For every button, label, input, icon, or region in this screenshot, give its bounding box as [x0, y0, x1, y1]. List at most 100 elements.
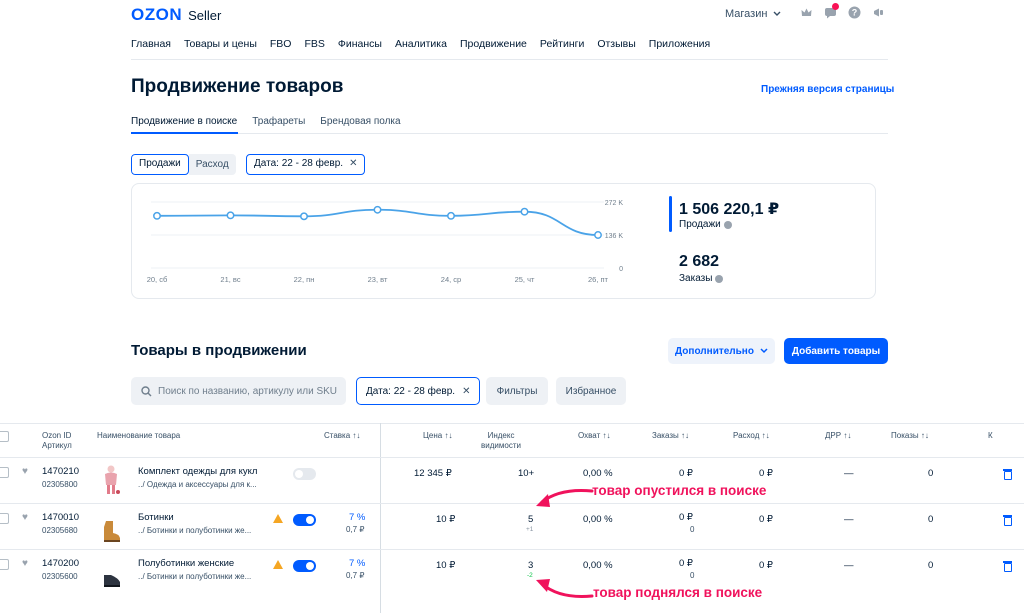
- row-article: 02305680: [42, 526, 78, 535]
- row-bid[interactable]: 7 %: [349, 558, 365, 569]
- nav-item-apps[interactable]: Приложения: [649, 38, 710, 50]
- row-product-name[interactable]: Ботинки: [138, 512, 174, 523]
- row-orders: 0 ₽: [679, 558, 693, 569]
- chart-point[interactable]: [226, 211, 235, 220]
- sales-total-label: Продажи: [679, 219, 721, 230]
- products-date-filter[interactable]: Дата: 22 - 28 февр. ✕: [356, 377, 481, 405]
- nav-item-finance[interactable]: Финансы: [338, 38, 382, 50]
- chart-point[interactable]: [594, 231, 602, 239]
- col-price[interactable]: Цена ↑↓: [423, 431, 452, 441]
- search-input[interactable]: Поиск по названию, артикулу или SKU: [131, 377, 346, 405]
- row-bid-sub: 0,7 ₽: [346, 571, 365, 580]
- row-checkbox[interactable]: [0, 467, 9, 478]
- crown-icon[interactable]: [800, 6, 813, 19]
- info-icon[interactable]: [723, 220, 732, 229]
- col-expense[interactable]: Расход ↑↓: [733, 431, 770, 441]
- orders-total-label: Заказы: [679, 273, 713, 284]
- store-label: Магазин: [725, 8, 768, 20]
- chart-point[interactable]: [373, 205, 382, 214]
- heart-icon[interactable]: ♥: [22, 512, 28, 523]
- row-orders: 0 ₽: [679, 468, 693, 479]
- close-icon[interactable]: ✕: [462, 386, 470, 397]
- nav-item-main[interactable]: Главная: [131, 38, 171, 50]
- row-product-name[interactable]: Полуботинки женские: [138, 558, 234, 569]
- col-ozon-id-label: Ozon ID: [42, 431, 72, 440]
- segment-expense[interactable]: Расход: [188, 154, 236, 175]
- promotion-toggle[interactable]: [293, 468, 316, 480]
- row-product-name[interactable]: Комплект одежды для кукл: [138, 466, 257, 477]
- nav-item-fbo[interactable]: FBO: [270, 38, 292, 50]
- warning-icon[interactable]: [273, 514, 283, 523]
- filters-button[interactable]: Фильтры: [486, 377, 548, 405]
- nav-item-ratings[interactable]: Рейтинги: [540, 38, 584, 50]
- more-options-label: Дополнительно: [675, 345, 754, 357]
- x-tick-label: 21, вс: [220, 275, 240, 284]
- promotion-toggle[interactable]: [293, 514, 316, 526]
- ozon-seller-logo[interactable]: OZON Seller: [131, 5, 221, 25]
- row-price: 12 345 ₽: [414, 468, 452, 479]
- boots-thumbnail: [104, 521, 120, 542]
- chart-date-label: Дата: 22 - 28 февр.: [254, 158, 344, 169]
- col-reach[interactable]: Охват ↑↓: [578, 431, 610, 441]
- col-orders[interactable]: Заказы ↑↓: [652, 431, 689, 441]
- promotion-toggle[interactable]: [293, 560, 316, 572]
- nav-item-fbs[interactable]: FBS: [304, 38, 324, 50]
- chart-point[interactable]: [520, 207, 529, 216]
- row-product-category: ../ Ботинки и полуботинки же...: [138, 526, 252, 535]
- row-views: 0: [928, 514, 934, 525]
- row-bid[interactable]: 7 %: [349, 512, 365, 523]
- table-row[interactable]: ♥ 1470210 02305800 Комплект одежды для к…: [0, 457, 1024, 503]
- row-product-category: ../ Одежда и аксессуары для к...: [138, 480, 257, 489]
- old-version-link[interactable]: Прежняя версия страницы: [761, 84, 894, 95]
- segment-sales[interactable]: Продажи: [131, 154, 189, 175]
- add-products-button[interactable]: Добавить товары: [784, 338, 888, 364]
- heart-icon[interactable]: ♥: [22, 558, 28, 569]
- nav-item-promotion[interactable]: Продвижение: [460, 38, 527, 50]
- products-date-label: Дата: 22 - 28 февр.: [366, 385, 456, 397]
- close-icon[interactable]: ✕: [349, 155, 357, 174]
- chevron-down-icon: [760, 348, 768, 354]
- nav-item-products[interactable]: Товары и цены: [184, 38, 257, 50]
- row-checkbox[interactable]: [0, 559, 9, 570]
- more-options-button[interactable]: Дополнительно: [668, 338, 775, 364]
- delete-icon[interactable]: [1003, 561, 1012, 572]
- chart-point[interactable]: [300, 212, 308, 221]
- row-ozon-id: 1470010: [42, 512, 79, 523]
- nav-item-analytics[interactable]: Аналитика: [395, 38, 447, 50]
- shoes-thumbnail: [104, 575, 120, 587]
- heart-icon[interactable]: ♥: [22, 466, 28, 477]
- tab-stencils[interactable]: Трафареты: [252, 116, 305, 127]
- products-section-title: Товары в продвижении: [131, 342, 307, 359]
- chart-point[interactable]: [153, 211, 161, 220]
- chat-icon[interactable]: [824, 3, 839, 19]
- store-selector[interactable]: Магазин: [725, 8, 781, 20]
- delete-icon[interactable]: [1003, 469, 1012, 480]
- warning-icon[interactable]: [273, 560, 283, 569]
- row-checkbox[interactable]: [0, 513, 9, 524]
- row-drr: —: [844, 514, 854, 525]
- table-row[interactable]: ♥ 1470200 02305600 Полуботинки женские .…: [0, 549, 1024, 595]
- nav-item-reviews[interactable]: Отзывы: [597, 38, 635, 50]
- row-article: 02305800: [42, 480, 78, 489]
- orders-total-value: 2 682: [679, 253, 720, 270]
- col-visibility-index: Индекс видимости: [478, 431, 524, 451]
- megaphone-icon[interactable]: [872, 6, 885, 19]
- delete-icon[interactable]: [1003, 515, 1012, 526]
- favorites-button[interactable]: Избранное: [556, 377, 626, 405]
- chart-date-filter[interactable]: Дата: 22 - 28 февр. ✕: [246, 154, 366, 175]
- col-views[interactable]: Показы ↑↓: [891, 431, 929, 441]
- info-icon[interactable]: [715, 274, 724, 283]
- table-row[interactable]: ♥ 1470010 02305680 Ботинки ../ Ботинки и…: [0, 503, 1024, 549]
- tab-brand-shelf[interactable]: Брендовая полка: [320, 116, 400, 127]
- x-tick-label: 26, пт: [588, 275, 609, 284]
- col-drr[interactable]: ДРР ↑↓: [825, 431, 851, 441]
- chart-point[interactable]: [447, 211, 455, 220]
- row-visibility-index: 10+: [518, 468, 535, 479]
- row-ozon-id: 1470210: [42, 466, 79, 477]
- col-bid[interactable]: Ставка ↑↓: [324, 431, 360, 441]
- help-icon[interactable]: ?: [848, 6, 861, 19]
- promotion-tabs: Продвижение в поиске Трафареты Брендовая…: [131, 116, 401, 127]
- row-views: 0: [928, 468, 934, 479]
- select-all-checkbox[interactable]: [0, 431, 9, 442]
- tab-search-promotion[interactable]: Продвижение в поиске: [131, 116, 237, 127]
